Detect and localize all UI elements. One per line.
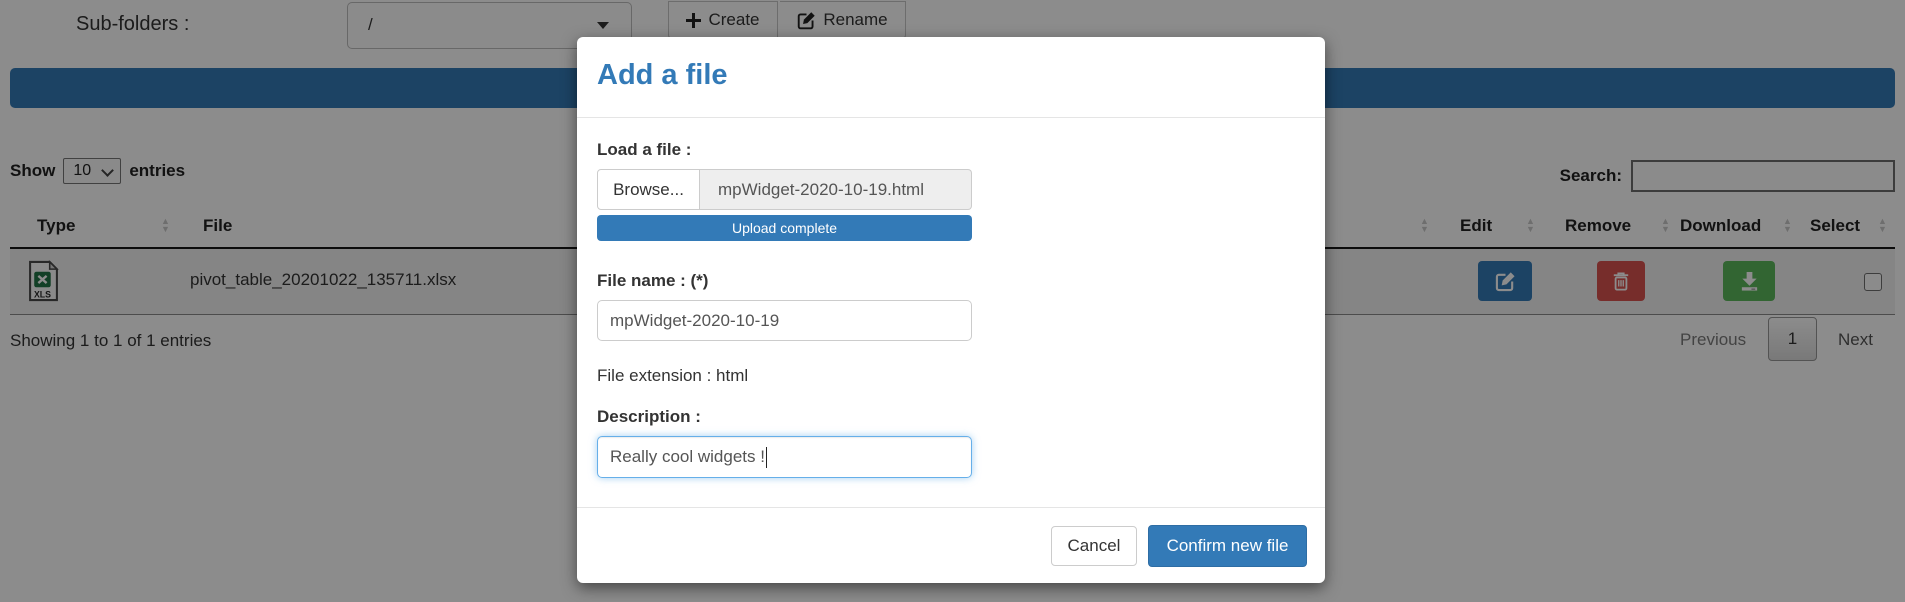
modal-footer: Cancel Confirm new file	[577, 507, 1325, 583]
uploaded-filename-field[interactable]: mpWidget-2020-10-19.html	[700, 169, 972, 210]
file-upload-group: Browse... mpWidget-2020-10-19.html	[597, 169, 972, 210]
file-name-label: File name : (*)	[597, 271, 1305, 291]
upload-progress-bar: Upload complete	[597, 215, 972, 241]
add-file-modal: Add a file Load a file : Browse... mpWid…	[577, 37, 1325, 583]
load-file-label: Load a file :	[597, 140, 691, 159]
description-input[interactable]: Really cool widgets !	[597, 436, 972, 478]
file-manager-page: Sub-folders : / Create Rename Show 10	[0, 0, 1905, 602]
description-value: Really cool widgets !	[610, 447, 765, 467]
text-caret	[766, 447, 768, 468]
description-label: Description :	[597, 407, 1305, 427]
modal-header: Add a file	[577, 37, 1325, 118]
modal-body: Load a file : Browse... mpWidget-2020-10…	[577, 118, 1325, 507]
cancel-button[interactable]: Cancel	[1051, 526, 1137, 566]
confirm-new-file-button[interactable]: Confirm new file	[1148, 525, 1307, 567]
upload-status-text: Upload complete	[732, 220, 837, 236]
file-name-input[interactable]	[597, 300, 972, 341]
browse-button[interactable]: Browse...	[597, 169, 700, 210]
file-extension-text: File extension : html	[597, 366, 1305, 386]
modal-title: Add a file	[597, 59, 1305, 92]
